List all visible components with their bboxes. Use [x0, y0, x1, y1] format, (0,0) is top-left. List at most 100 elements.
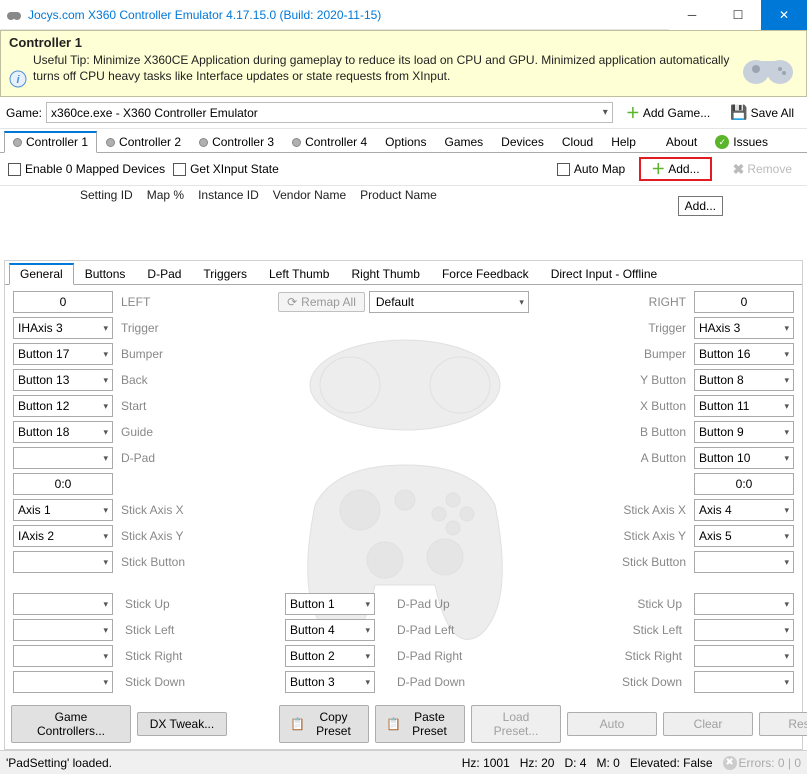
- subtab-left-thumb[interactable]: Left Thumb: [258, 263, 340, 284]
- subtab-general[interactable]: General: [9, 263, 74, 285]
- status-m: M: 0: [596, 756, 619, 770]
- get-xinput-checkbox[interactable]: Get XInput State: [173, 162, 279, 176]
- banner-text: Useful Tip: Minimize X360CE Application …: [33, 52, 730, 84]
- right-axis-x-select[interactable]: Axis 4: [694, 499, 794, 521]
- tab-controller-1[interactable]: Controller 1: [4, 131, 97, 153]
- label-stick-down-l: Stick Down: [117, 675, 237, 689]
- tab-games[interactable]: Games: [435, 131, 492, 152]
- subtab-right-thumb[interactable]: Right Thumb: [340, 263, 430, 284]
- tab-help[interactable]: Help: [602, 131, 645, 152]
- y-button-select[interactable]: Button 8: [694, 369, 794, 391]
- label-dpad-left: D-Pad Left: [389, 623, 469, 637]
- subtab-dpad[interactable]: D-Pad: [136, 263, 192, 284]
- remove-button[interactable]: ✖Remove: [726, 158, 799, 181]
- paste-preset-button[interactable]: 📋Paste Preset: [375, 705, 465, 743]
- x-icon: ✖: [733, 161, 745, 178]
- remap-all-button[interactable]: ⟳Remap All: [278, 292, 365, 312]
- tab-cloud[interactable]: Cloud: [553, 131, 602, 152]
- label-stick-up-l: Stick Up: [117, 597, 237, 611]
- label-axis-y-l: Stick Axis Y: [113, 529, 233, 543]
- label-stick-up-r: Stick Up: [590, 597, 690, 611]
- dpad-left-select[interactable]: Button 4: [285, 619, 375, 641]
- add-button[interactable]: ＋Add...: [639, 157, 711, 181]
- right-stick-pos: 0:0: [694, 473, 794, 495]
- subtab-triggers[interactable]: Triggers: [192, 263, 258, 284]
- tab-issues[interactable]: ✓Issues: [706, 131, 777, 152]
- game-select[interactable]: x360ce.exe - X360 Controller Emulator: [46, 102, 613, 123]
- subtab-direct-input[interactable]: Direct Input - Offline: [540, 263, 669, 284]
- right-column-header: RIGHT: [574, 295, 694, 309]
- status-bar: 'PadSetting' loaded. Hz: 1001 Hz: 20 D: …: [0, 750, 807, 774]
- window-minimize-button[interactable]: ─: [669, 0, 715, 30]
- load-preset-button[interactable]: Load Preset...: [471, 705, 561, 743]
- right-trigger-select[interactable]: HAxis 3: [694, 317, 794, 339]
- auto-button[interactable]: Auto: [567, 712, 657, 736]
- refresh-icon: ⟳: [287, 295, 297, 309]
- tab-devices[interactable]: Devices: [492, 131, 553, 152]
- left-bumper-select[interactable]: Button 17: [13, 343, 113, 365]
- back-select[interactable]: Button 13: [13, 369, 113, 391]
- game-label: Game:: [6, 106, 42, 120]
- a-button-select[interactable]: Button 10: [694, 447, 794, 469]
- tab-about[interactable]: About: [657, 131, 706, 152]
- subtab-force-feedback[interactable]: Force Feedback: [431, 263, 540, 284]
- tab-controller-3[interactable]: Controller 3: [190, 131, 283, 152]
- label-a: A Button: [574, 451, 694, 465]
- right-stick-btn-select[interactable]: [694, 551, 794, 573]
- clear-button[interactable]: Clear: [663, 712, 753, 736]
- label-stick-down-r: Stick Down: [590, 675, 690, 689]
- left-stick-down-select[interactable]: [13, 671, 113, 693]
- tab-controller-4[interactable]: Controller 4: [283, 131, 376, 152]
- label-b: B Button: [574, 425, 694, 439]
- window-close-button[interactable]: ✕: [761, 0, 807, 30]
- right-bumper-select[interactable]: Button 16: [694, 343, 794, 365]
- save-all-button[interactable]: 💾Save All: [723, 101, 801, 124]
- dpad-select[interactable]: [13, 447, 113, 469]
- label-dpad-right: D-Pad Right: [389, 649, 469, 663]
- enable-mapped-checkbox[interactable]: Enable 0 Mapped Devices: [8, 162, 165, 176]
- game-controllers-button[interactable]: Game Controllers...: [11, 705, 131, 743]
- left-trigger-select[interactable]: IHAxis 3: [13, 317, 113, 339]
- left-stick-btn-select[interactable]: [13, 551, 113, 573]
- right-number-box: 0: [694, 291, 794, 313]
- label-stick-right-r: Stick Right: [590, 649, 690, 663]
- left-axis-x-select[interactable]: Axis 1: [13, 499, 113, 521]
- right-stick-left-select[interactable]: [694, 619, 794, 641]
- guide-select[interactable]: Button 18: [13, 421, 113, 443]
- error-icon: ✖: [723, 756, 737, 770]
- label-trigger-r: Trigger: [574, 321, 694, 335]
- left-axis-y-select[interactable]: IAxis 2: [13, 525, 113, 547]
- subtab-buttons[interactable]: Buttons: [74, 263, 137, 284]
- left-stick-left-select[interactable]: [13, 619, 113, 641]
- dx-tweak-button[interactable]: DX Tweak...: [137, 712, 227, 736]
- dpad-right-select[interactable]: Button 2: [285, 645, 375, 667]
- b-button-select[interactable]: Button 9: [694, 421, 794, 443]
- preset-select[interactable]: Default: [369, 291, 529, 313]
- label-dpad-down: D-Pad Down: [389, 675, 469, 689]
- copy-preset-button[interactable]: 📋Copy Preset: [279, 705, 369, 743]
- label-stick-left-r: Stick Left: [590, 623, 690, 637]
- tab-controller-2[interactable]: Controller 2: [97, 131, 190, 152]
- info-icon: i: [9, 70, 27, 88]
- status-hz: Hz: 1001: [462, 756, 510, 770]
- tab-options[interactable]: Options: [376, 131, 435, 152]
- right-axis-y-select[interactable]: Axis 5: [694, 525, 794, 547]
- start-select[interactable]: Button 12: [13, 395, 113, 417]
- right-stick-up-select[interactable]: [694, 593, 794, 615]
- dpad-down-select[interactable]: Button 3: [285, 671, 375, 693]
- x-button-select[interactable]: Button 11: [694, 395, 794, 417]
- status-message: 'PadSetting' loaded.: [6, 756, 112, 770]
- dpad-up-select[interactable]: Button 1: [285, 593, 375, 615]
- left-stick-right-select[interactable]: [13, 645, 113, 667]
- right-stick-down-select[interactable]: [694, 671, 794, 693]
- status-errors: Errors: 0 | 0: [739, 756, 801, 770]
- auto-map-checkbox[interactable]: Auto Map: [557, 162, 625, 176]
- label-stick-btn-r: Stick Button: [574, 555, 694, 569]
- window-maximize-button[interactable]: ☐: [715, 0, 761, 30]
- add-game-button[interactable]: ＋Add Game...: [619, 103, 717, 123]
- right-stick-right-select[interactable]: [694, 645, 794, 667]
- info-banner: Controller 1 i Useful Tip: Minimize X360…: [0, 30, 807, 97]
- label-axis-x-r: Stick Axis X: [574, 503, 694, 517]
- reset-button[interactable]: Reset: [759, 712, 807, 736]
- left-stick-up-select[interactable]: [13, 593, 113, 615]
